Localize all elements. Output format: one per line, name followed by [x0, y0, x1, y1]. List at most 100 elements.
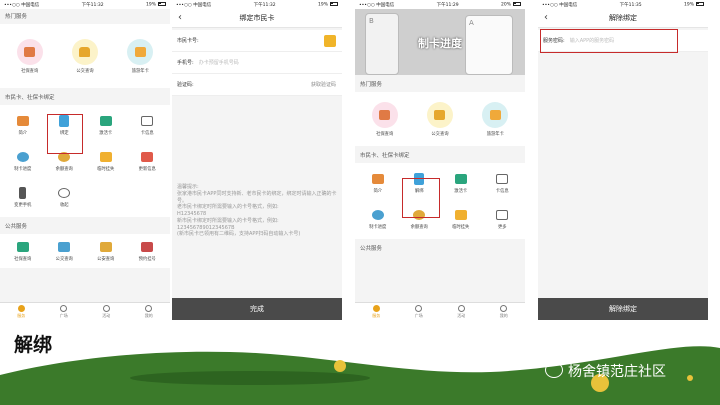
info-card-icon — [496, 173, 509, 184]
unbind-highlight-box — [402, 178, 440, 218]
code-row: 验证码: 获取验证码 — [172, 74, 342, 96]
clock-text: 下午11:35 — [619, 2, 642, 8]
scan-card-icon[interactable] — [324, 34, 336, 47]
screen-service-home-unbind: •••○○ 中国电信 下午11:29 20% B A 制卡进度 热门服务 社保查… — [355, 0, 525, 320]
clock-text: 下午11:29 — [436, 2, 459, 8]
card-binding-grid: 简介 解绑 激活卡 卡信息 制卡进度 余额查询 临时挂失 更多 — [355, 163, 525, 239]
info-card-icon — [141, 115, 154, 126]
card-activate[interactable]: 激活卡 — [440, 165, 482, 201]
update-icon — [141, 151, 154, 162]
public-social-security[interactable]: 社保查询 — [2, 236, 44, 266]
tab-service[interactable]: 服务 — [0, 303, 43, 320]
card-report-loss[interactable]: 临时挂失 — [440, 201, 482, 237]
tip-text: 温馨提示: 张家港市民卡APP同时支持新、老市民卡的绑定，绑定时请输入正确的卡号… — [177, 184, 337, 238]
hot-service-travel-card[interactable]: 旅游年卡 — [468, 96, 523, 142]
status-bar: •••○○ 中国电信 下午11:32 19% — [0, 0, 170, 9]
carrier-text: •••○○ 中国电信 — [542, 2, 578, 8]
tab-square[interactable]: 广场 — [43, 303, 86, 320]
bus-icon — [99, 241, 112, 252]
tab-activity[interactable]: 活动 — [85, 303, 128, 320]
house-icon — [58, 241, 71, 252]
card-info[interactable]: 卡信息 — [482, 165, 524, 201]
watermark-text: 杨舍镇范庄社区 — [568, 364, 666, 380]
caption-title: 解绑 — [14, 334, 53, 356]
code-label: 验证码: — [177, 82, 194, 88]
tab-square[interactable]: 广场 — [398, 303, 441, 320]
hot-service-bus[interactable]: 公交查询 — [57, 30, 112, 82]
card-more[interactable]: 更多 — [482, 201, 524, 237]
profile-icon — [500, 304, 508, 312]
card-number-row: 市民卡号: — [172, 30, 342, 52]
screen-bind-citizen-card: •••○○ 中国电信 下午11:32 19% ‹ 绑定市民卡 市民卡号: 手机号… — [172, 0, 342, 320]
public-appointment[interactable]: 预约挂号 — [127, 236, 169, 266]
phone-row: 手机号: 办卡预留手机号码 — [172, 52, 342, 74]
battery-icon — [512, 1, 521, 6]
tab-mine[interactable]: 我的 — [128, 303, 171, 320]
id-card-icon — [16, 241, 29, 252]
banner-title: 制卡进度 — [418, 37, 462, 50]
service-icon — [372, 304, 380, 312]
back-arrow-icon[interactable]: ‹ — [178, 12, 182, 23]
ticket-icon — [134, 46, 146, 57]
progress-icon — [371, 209, 384, 220]
card-number-input[interactable] — [199, 35, 337, 47]
card-progress[interactable]: 制卡进度 — [357, 201, 399, 237]
status-bar: •••○○ 中国电信 下午11:32 19% — [172, 0, 342, 9]
service-icon — [17, 304, 25, 312]
battery-icon — [329, 1, 338, 6]
hot-service-bus[interactable]: 公交查询 — [412, 96, 467, 142]
plaza-icon — [415, 304, 423, 312]
screen-service-home-bind: •••○○ 中国电信 下午11:32 19% 热门服务 社保查询 公交查询 旅游… — [0, 0, 170, 320]
status-bar: •••○○ 中国电信 下午11:35 19% — [538, 0, 708, 9]
id-card-icon — [24, 46, 36, 57]
ticket-icon — [489, 109, 501, 120]
tab-mine[interactable]: 我的 — [483, 303, 526, 320]
card-binding-grid: 简介 绑定 激活卡 卡信息 制卡进度 余额查询 临时挂失 更新信息 变更手机 收… — [0, 105, 170, 217]
carrier-text: •••○○ 中国电信 — [359, 2, 395, 8]
card-activate[interactable]: 激活卡 — [85, 107, 127, 143]
card-update-info[interactable]: 更新信息 — [127, 143, 169, 179]
unbind-button[interactable]: 解除绑定 — [538, 298, 708, 320]
hot-service-social-security[interactable]: 社保查询 — [2, 30, 57, 82]
battery-indicator: 20% — [501, 1, 521, 7]
report-icon — [99, 151, 112, 162]
page-title: 绑定市民卡 — [239, 14, 275, 22]
card-progress[interactable]: 制卡进度 — [2, 143, 44, 179]
card-collapse[interactable]: 收起 — [44, 179, 86, 215]
get-code-button[interactable]: 获取验证码 — [311, 81, 336, 88]
hot-services-title: 热门服务 — [360, 82, 383, 88]
phone-label: 手机号: — [177, 60, 194, 66]
back-arrow-icon[interactable]: ‹ — [544, 12, 548, 23]
progress-banner[interactable]: B A 制卡进度 — [355, 9, 525, 75]
battery-indicator: 19% — [146, 1, 166, 7]
card-icon — [454, 173, 467, 184]
phone-input[interactable]: 办卡预留手机号码 — [199, 59, 239, 66]
wechat-icon — [545, 362, 563, 378]
hot-services-grid: 社保查询 公交查询 旅游年卡 — [355, 92, 525, 146]
status-bar: •••○○ 中国电信 下午11:29 20% — [355, 0, 525, 9]
done-button[interactable]: 完成 — [172, 298, 342, 320]
card-number-label: 市民卡号: — [177, 38, 199, 44]
public-services-grid: 社保查询 公交查询 公安查询 预约挂号 — [0, 234, 170, 268]
carrier-text: •••○○ 中国电信 — [176, 2, 212, 8]
card-report-loss[interactable]: 临时挂失 — [85, 143, 127, 179]
flag-icon — [457, 304, 465, 312]
hot-service-social-security[interactable]: 社保查询 — [357, 96, 412, 142]
public-police[interactable]: 公安查询 — [85, 236, 127, 266]
card-intro[interactable]: 简介 — [2, 107, 44, 143]
card-change-phone[interactable]: 变更手机 — [2, 179, 44, 215]
bus-icon — [79, 46, 91, 57]
tab-activity[interactable]: 活动 — [440, 303, 483, 320]
card-intro[interactable]: 简介 — [357, 165, 399, 201]
card-info[interactable]: 卡信息 — [127, 107, 169, 143]
hospital-icon — [141, 241, 154, 252]
hot-services-title: 热门服务 — [5, 14, 28, 20]
battery-icon — [157, 1, 166, 6]
public-bus[interactable]: 公交查询 — [44, 236, 86, 266]
hot-service-travel-card[interactable]: 旅游年卡 — [113, 30, 168, 82]
battery-indicator: 19% — [318, 1, 338, 7]
tab-service[interactable]: 服务 — [355, 303, 398, 320]
bus-icon — [434, 109, 446, 120]
flag-icon — [102, 304, 110, 312]
id-card-icon — [379, 109, 391, 120]
